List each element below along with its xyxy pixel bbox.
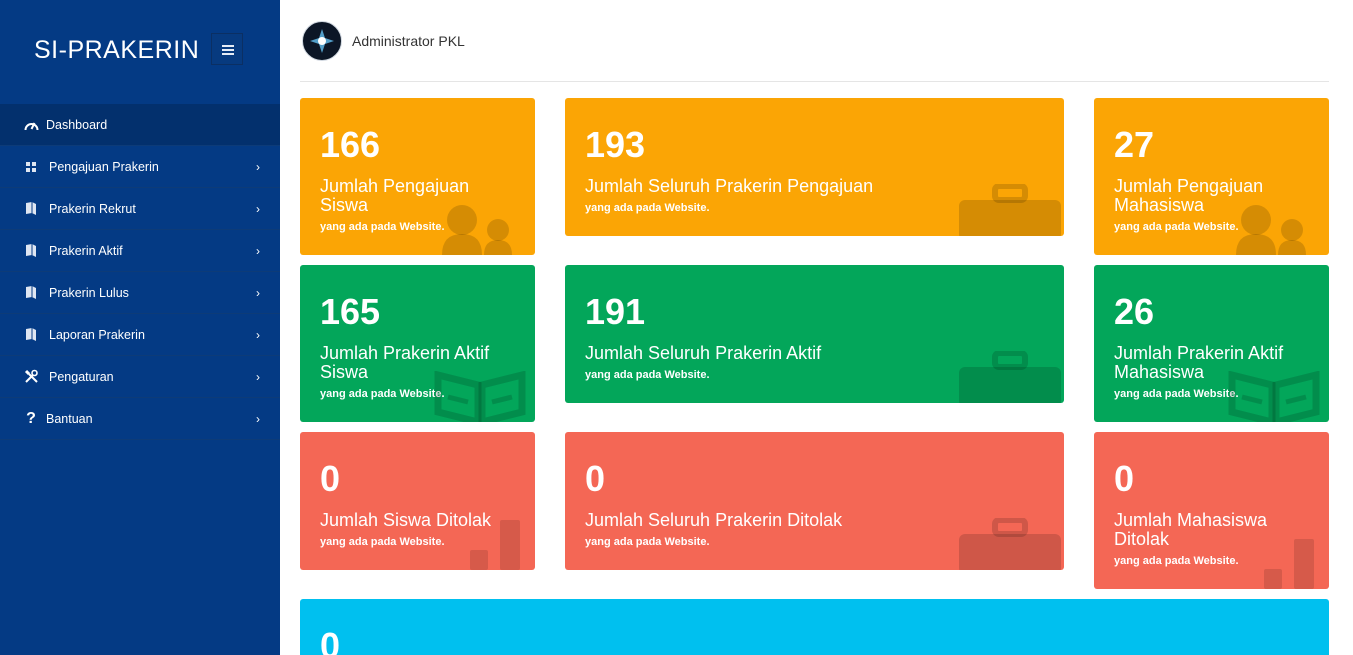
brand-row: SI-PRAKERIN [0,0,280,104]
top-bar: Administrator PKL [300,0,1329,82]
chevron-right-icon: › [256,286,260,300]
briefcase-icon [959,351,1061,403]
chevron-right-icon: › [256,328,260,342]
hamburger-icon-bar [222,49,234,51]
book-icon [23,327,39,343]
book-icon [23,243,39,259]
sidebar-item-label: Dashboard [46,117,108,132]
stat-card-siswa-ditolak[interactable]: 0 Jumlah Siswa Ditolak yang ada pada Web… [300,432,535,570]
sidebar-item-label: Laporan Prakerin [49,327,145,342]
stat-card-seluruh-ditolak[interactable]: 0 Jumlah Seluruh Prakerin Ditolak yang a… [565,432,1064,570]
avatar[interactable] [302,21,342,61]
stat-subtitle: yang ada pada Website. [320,388,445,400]
chevron-right-icon: › [256,202,260,216]
help-icon: ? [26,409,36,427]
stat-subtitle: yang ada pada Website. [585,536,710,548]
sidebar-item-dashboard[interactable]: Dashboard [0,104,280,146]
dashboard-icon [23,117,39,133]
stat-card-aktif-mahasiswa[interactable]: 26 Jumlah Prakerin Aktif Mahasiswa yang … [1094,265,1329,422]
stat-subtitle: yang ada pada Website. [1114,221,1239,233]
grid-icon [23,159,39,175]
stat-subtitle: yang ada pada Website. [1114,555,1239,567]
hamburger-icon [222,45,234,47]
sidebar-item-prakerin-rekrut[interactable]: Prakerin Rekrut › [0,188,280,230]
sidebar-item-label: Prakerin Rekrut [49,201,136,216]
app-brand[interactable]: SI-PRAKERIN [34,36,199,65]
menu-toggle-button[interactable] [211,33,243,65]
book-icon [23,201,39,217]
stat-card-mahasiswa-ditolak[interactable]: 0 Jumlah Mahasiswa Ditolak yang ada pada… [1094,432,1329,589]
stat-value: 27 [1114,124,1155,165]
stat-subtitle: yang ada pada Website. [585,369,710,381]
chevron-right-icon: › [256,160,260,174]
book-icon [23,285,39,301]
sidebar-item-label: Prakerin Aktif [49,243,123,258]
stat-value: 0 [320,625,341,655]
sidebar-nav: Dashboard Pengajuan Prakerin › Prakerin … [0,104,280,440]
sidebar-item-label: Pengaturan [49,369,114,384]
sidebar-item-label: Prakerin Lulus [49,285,129,300]
sidebar-item-bantuan[interactable]: ? Bantuan › [0,398,280,440]
bar-chart-icon [1264,539,1314,589]
stat-value: 0 [585,458,606,499]
stat-card-seluruh-pengajuan[interactable]: 193 Jumlah Seluruh Prakerin Pengajuan ya… [565,98,1064,236]
stat-card-aktif-siswa[interactable]: 165 Jumlah Prakerin Aktif Siswa yang ada… [300,265,535,422]
stat-card-blue[interactable]: 0 [300,599,1329,655]
stat-value: 191 [585,291,646,332]
stat-subtitle: yang ada pada Website. [585,202,710,214]
stat-value: 0 [320,458,341,499]
stat-subtitle: yang ada pada Website. [320,221,445,233]
stat-card-pengajuan-siswa[interactable]: 166 Jumlah Pengajuan Siswa yang ada pada… [300,98,535,255]
stat-value: 0 [1114,458,1135,499]
chevron-right-icon: › [256,370,260,384]
sidebar-item-label: Bantuan [46,411,93,426]
stat-value: 166 [320,124,381,165]
briefcase-icon [959,184,1061,236]
user-name[interactable]: Administrator PKL [352,33,465,49]
book-open-icon [434,371,526,422]
stat-value: 165 [320,291,381,332]
users-icon [442,205,512,255]
stat-value: 193 [585,124,646,165]
book-open-icon [1228,371,1320,422]
sidebar-item-prakerin-lulus[interactable]: Prakerin Lulus › [0,272,280,314]
sidebar-item-laporan-prakerin[interactable]: Laporan Prakerin › [0,314,280,356]
sidebar-item-label: Pengajuan Prakerin [49,159,159,174]
stat-card-seluruh-aktif[interactable]: 191 Jumlah Seluruh Prakerin Aktif yang a… [565,265,1064,403]
sidebar-item-pengajuan-prakerin[interactable]: Pengajuan Prakerin › [0,146,280,188]
hamburger-icon-bar [222,53,234,55]
stat-subtitle: yang ada pada Website. [320,536,445,548]
bar-chart-icon [470,520,520,570]
sidebar-item-prakerin-aktif[interactable]: Prakerin Aktif › [0,230,280,272]
sidebar-item-pengaturan[interactable]: Pengaturan › [0,356,280,398]
stat-card-pengajuan-mahasiswa[interactable]: 27 Jumlah Pengajuan Mahasiswa yang ada p… [1094,98,1329,255]
chevron-right-icon: › [256,244,260,258]
chevron-right-icon: › [256,412,260,426]
sidebar: SI-PRAKERIN Dashboard Pengajuan Prakerin… [0,0,280,655]
tools-icon [23,369,39,385]
stat-value: 26 [1114,291,1155,332]
briefcase-icon [959,518,1061,570]
stat-subtitle: yang ada pada Website. [1114,388,1239,400]
users-icon [1236,205,1306,255]
